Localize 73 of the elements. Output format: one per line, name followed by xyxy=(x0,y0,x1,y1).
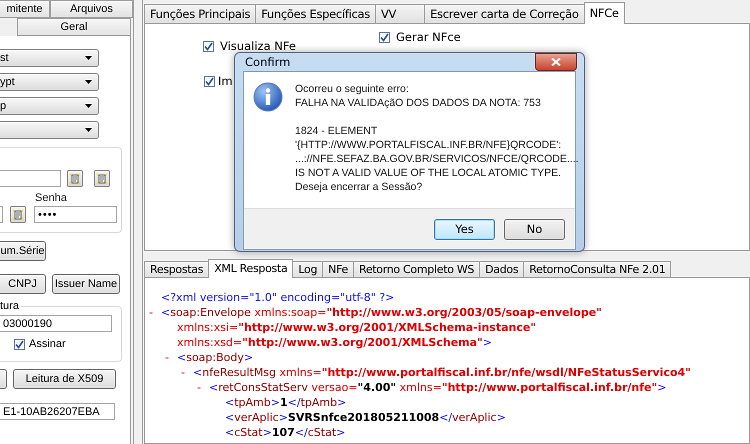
input-field[interactable]: E1-10AB26207EBA xyxy=(0,403,115,420)
message-text: IS NOT A VALID VALUE OF THE LOCAL ATOMIC TYPE. xyxy=(295,166,562,180)
input-field[interactable]: 03000190 xyxy=(0,315,112,332)
caret-icon xyxy=(85,56,92,60)
caret-icon xyxy=(85,104,92,108)
group-title: tura xyxy=(0,300,21,312)
xml-line: <tpAmb>1</tpAmb> xyxy=(225,395,346,410)
button[interactable]: CNPJ xyxy=(0,274,46,294)
tab[interactable]: NFCe xyxy=(584,2,625,24)
message-text: ...://NFE.SEFAZ.BA.GOV.BR/SERVICOS/NFCE/QRCODE.... xyxy=(295,152,579,166)
message-text: 1824 - ELEMENT xyxy=(295,124,378,138)
collapse-toggle[interactable]: - xyxy=(165,350,177,365)
message-text: Ocorreu o seguinte erro: xyxy=(295,82,410,96)
tab[interactable]: Respostas xyxy=(144,261,210,277)
tab[interactable]: Funções Específicas xyxy=(255,4,376,23)
button[interactable]: Leitura de X509 xyxy=(13,369,116,389)
collapse-toggle[interactable]: - xyxy=(197,380,209,395)
xml-line: <?xml version="1.0" encoding="utf-8" ?> xyxy=(161,290,394,305)
button[interactable] xyxy=(0,369,7,389)
input-field[interactable] xyxy=(0,170,62,187)
button[interactable]: Issuer Name xyxy=(52,274,120,294)
checkbox-label: Gerar NFce xyxy=(396,30,461,44)
tab[interactable]: Arquivos xyxy=(50,0,133,18)
xml-line: xmlns:xsd="http://www.w3.org/2001/XMLSchema"> xyxy=(177,335,492,350)
dropdown[interactable] xyxy=(0,121,99,139)
close-button[interactable] xyxy=(535,53,577,71)
document-icon-button[interactable] xyxy=(10,206,26,223)
serial-button[interactable]: um.Série xyxy=(0,241,46,261)
dialog-title: Confirm xyxy=(245,55,290,69)
tab[interactable]: RetornoConsulta NFe 2.01 xyxy=(523,261,672,277)
caret-icon xyxy=(85,80,92,84)
password-label: Senha xyxy=(35,192,68,204)
caret-icon xyxy=(85,128,92,132)
checkbox[interactable] xyxy=(14,338,25,350)
checkbox[interactable] xyxy=(203,40,214,52)
tab[interactable]: XML Resposta xyxy=(208,259,294,278)
tab[interactable]: Geral xyxy=(17,18,131,36)
no-button[interactable]: No xyxy=(504,218,565,240)
xml-line: xmlns:xsi="http://www.w3.org/2001/XMLSchema-instance" xyxy=(177,320,536,335)
tab[interactable]: Retorno Completo WS xyxy=(352,261,480,277)
xml-line: <retConsStatServ versao="4.00" xmlns="http://www.portalfiscal.inf.br/nfe"> xyxy=(209,380,666,395)
message-text: Deseja encerrar a Sessão? xyxy=(295,180,424,194)
xml-line: <verAplic>SVRSnfce201805211008</verAplic> xyxy=(225,410,506,425)
tab[interactable]: Dados xyxy=(479,261,524,277)
dropdown[interactable]: p xyxy=(0,97,99,115)
xml-line: <soap:Body> xyxy=(177,350,254,365)
xml-line: <soap:Envelope xmlns:soap="http://www.w3.org/2003/05/soap-envelope" xyxy=(161,305,602,320)
collapse-toggle[interactable]: - xyxy=(149,305,161,320)
collapse-toggle[interactable]: - xyxy=(181,365,193,380)
dropdown[interactable]: ypt xyxy=(0,73,99,91)
checkbox-label: Assinar xyxy=(29,338,66,350)
xml-line: <nfeResultMsg xmlns="http://www.portalfiscal.inf.br/nfe/wsdl/NFeStatusServico4" xyxy=(193,365,691,380)
input-field[interactable] xyxy=(0,206,3,223)
tab[interactable]: Log xyxy=(292,261,324,277)
yes-button[interactable]: Yes xyxy=(434,218,495,240)
tab[interactable]: NFe xyxy=(322,261,354,277)
message-text: FALHA NA VALIDAçãO DOS DADOS DA NOTA: 753 xyxy=(295,96,542,110)
message-text: '{HTTP://WWW.PORTALFISCAL.INF.BR/NFE}QRCODE': xyxy=(295,138,562,152)
tab[interactable]: Funções Principais xyxy=(144,4,256,23)
tab[interactable]: mitente xyxy=(0,0,50,18)
document-icon-button[interactable] xyxy=(67,170,84,187)
xml-line: <cStat>107</cStat> xyxy=(225,425,346,440)
checkbox[interactable] xyxy=(379,32,390,42)
info-icon xyxy=(253,82,283,112)
checkbox-label: Visualiza NFe xyxy=(220,39,296,53)
document-icon-button[interactable] xyxy=(94,170,110,187)
checkbox-label: Im xyxy=(218,74,233,88)
password-field[interactable]: •••• xyxy=(34,206,117,223)
tab[interactable]: Escrever carta de Correção xyxy=(424,4,585,23)
close-icon xyxy=(551,58,561,66)
dropdown[interactable]: st xyxy=(0,49,99,67)
checkbox[interactable] xyxy=(204,76,215,86)
tab[interactable]: VV xyxy=(374,4,426,23)
